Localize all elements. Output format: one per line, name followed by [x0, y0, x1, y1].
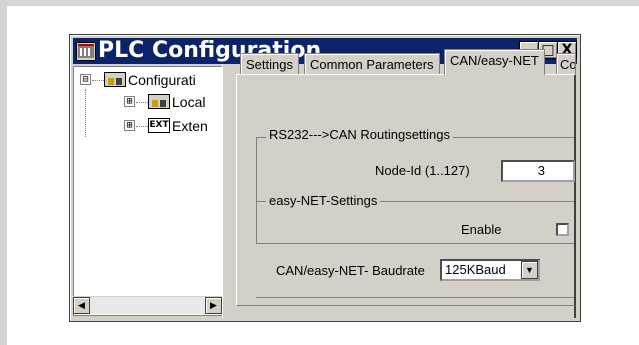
- tab-settings[interactable]: Settings: [240, 53, 299, 75]
- tree-connector: [85, 89, 86, 137]
- configuration-tree[interactable]: ⊟ Configurati ⊞ Local ⊞ EXT Exten: [73, 66, 224, 316]
- tree-horizontal-scrollbar[interactable]: ◀ ▶: [73, 296, 222, 314]
- routing-group-caption: RS232--->CAN Routingsettings: [266, 127, 453, 143]
- group-bottom-line: [256, 243, 574, 244]
- enable-checkbox[interactable]: [556, 223, 569, 236]
- baudrate-value: 125KBaud: [445, 262, 506, 277]
- pane-bottom-line: [256, 297, 574, 298]
- tree-item-label: Configurati: [128, 72, 196, 88]
- chevron-down-icon[interactable]: ▼: [521, 261, 538, 279]
- baudrate-select[interactable]: 125KBaud ▼: [440, 259, 540, 281]
- baudrate-label: CAN/easy-NET- Baudrate: [276, 263, 425, 278]
- document-frame-left: [0, 6, 7, 345]
- tab-common-parameters[interactable]: Common Parameters: [304, 53, 440, 75]
- collapse-icon[interactable]: ⊟: [80, 74, 91, 85]
- app-icon: [76, 42, 96, 61]
- scroll-left-icon[interactable]: ◀: [73, 297, 90, 314]
- module-icon: [148, 94, 170, 109]
- enable-label: Enable: [461, 222, 502, 237]
- tab-can-easy-net[interactable]: CAN/easy-NET: [444, 49, 545, 75]
- ext-module-icon: EXT: [148, 118, 170, 133]
- tree-connector: [136, 126, 148, 127]
- expand-icon[interactable]: ⊞: [124, 96, 135, 107]
- tree-connector: [92, 80, 104, 81]
- tree-item-label: Exten: [172, 118, 208, 134]
- tree-item-local[interactable]: ⊞ Local: [124, 92, 223, 112]
- group-left-edge: [256, 137, 257, 243]
- expand-icon[interactable]: ⊞: [124, 120, 135, 131]
- node-id-label: Node-Id (1..127): [375, 163, 470, 178]
- tree-connector: [136, 102, 148, 103]
- scroll-right-icon[interactable]: ▶: [205, 297, 222, 314]
- document-frame-top: [0, 0, 639, 6]
- tree-item-label: Local: [172, 94, 206, 110]
- easynet-group-caption: easy-NET-Settings: [266, 193, 381, 209]
- tree-item-extension[interactable]: ⊞ EXT Exten: [124, 116, 223, 136]
- tab-co[interactable]: Co: [556, 53, 576, 75]
- node-id-input[interactable]: 3: [501, 160, 575, 182]
- tree-item-configuration[interactable]: ⊟ Configurati: [80, 70, 223, 90]
- module-icon: [104, 72, 126, 87]
